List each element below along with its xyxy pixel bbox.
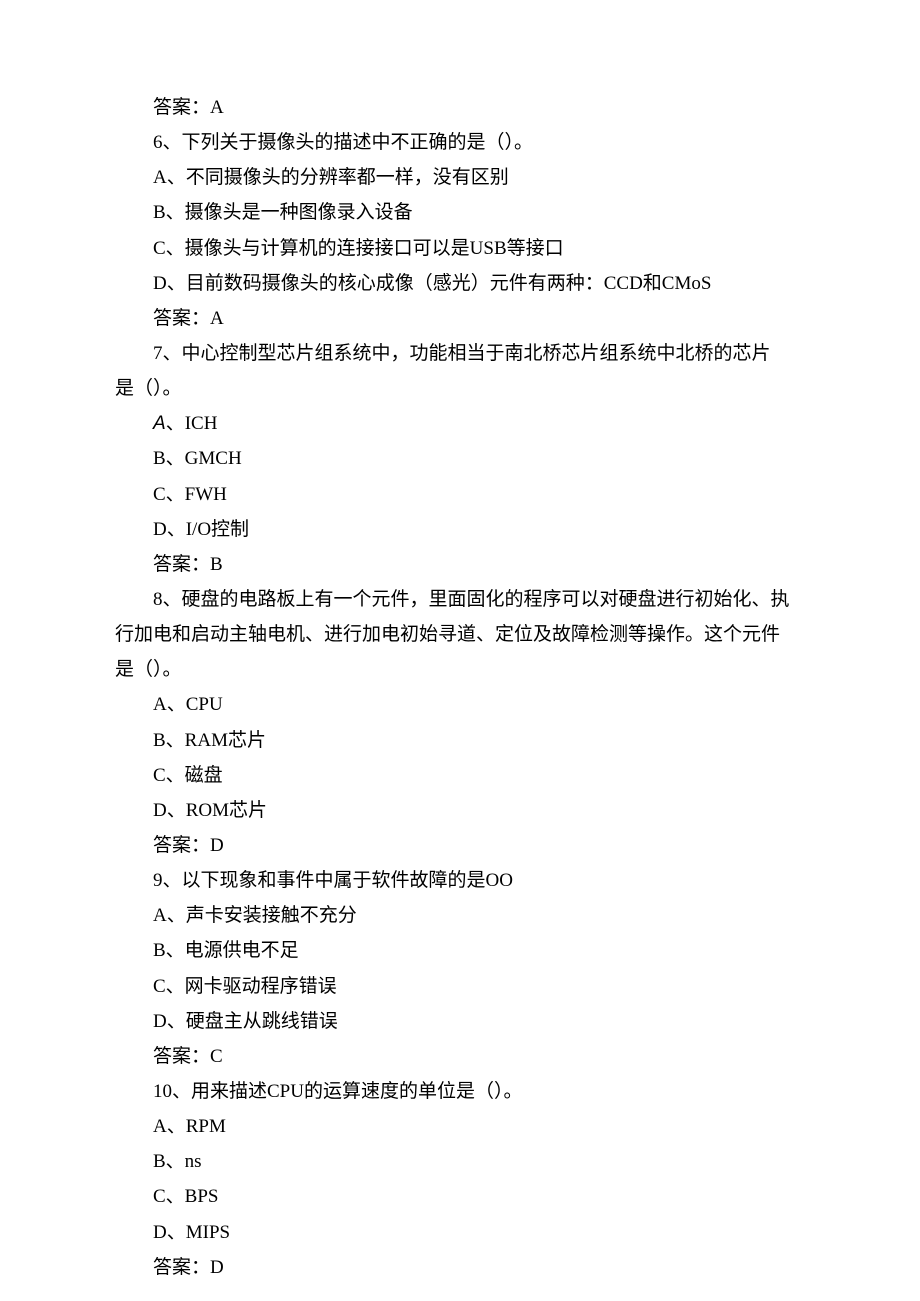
text-line: B、电源供电不足 [115, 933, 805, 968]
text-line: C、磁盘 [115, 758, 805, 793]
line-text: 、ICH [166, 413, 218, 434]
text-line: A、ICH [115, 406, 805, 441]
text-line: A、CPU [115, 687, 805, 722]
text-line: B、GMCH [115, 441, 805, 476]
text-line: D、ROM芯片 [115, 793, 805, 828]
text-line: 是（）。 [115, 652, 805, 687]
text-line: D、硬盘主从跳线错误 [115, 1004, 805, 1039]
text-line: C、FWH [115, 477, 805, 512]
text-line: 答案：C [115, 1039, 805, 1074]
text-line: 10、用来描述CPU的运算速度的单位是（）。 [115, 1074, 805, 1109]
text-line: C、摄像头与计算机的连接接口可以是USB等接口 [115, 231, 805, 266]
text-line: 行加电和启动主轴电机、进行加电初始寻道、定位及故障检测等操作。这个元件 [115, 617, 805, 652]
text-line: B、ns [115, 1144, 805, 1179]
text-line: 6、下列关于摄像头的描述中不正确的是（）。 [115, 125, 805, 160]
option-letter: A [153, 413, 166, 434]
text-line: A、不同摄像头的分辨率都一样，没有区别 [115, 160, 805, 195]
text-line: 答案：A [115, 90, 805, 125]
text-line: A、声卡安装接触不充分 [115, 898, 805, 933]
text-line: 是（）。 [115, 371, 805, 406]
text-line: D、目前数码摄像头的核心成像（感光）元件有两种：CCD和CMoS [115, 266, 805, 301]
text-line: D、MIPS [115, 1215, 805, 1250]
text-line: D、I/O控制 [115, 512, 805, 547]
text-line: 7、中心控制型芯片组系统中，功能相当于南北桥芯片组系统中北桥的芯片 [115, 336, 805, 371]
text-line: 9、以下现象和事件中属于软件故障的是OO [115, 863, 805, 898]
text-line: 8、硬盘的电路板上有一个元件，里面固化的程序可以对硬盘进行初始化、执 [115, 582, 805, 617]
document-page: 答案：A6、下列关于摄像头的描述中不正确的是（）。A、不同摄像头的分辨率都一样，… [0, 0, 920, 1301]
text-line: C、BPS [115, 1179, 805, 1214]
text-line: C、网卡驱动程序错误 [115, 969, 805, 1004]
text-line: 答案：B [115, 547, 805, 582]
text-line: B、RAM芯片 [115, 723, 805, 758]
text-line: 答案：D [115, 828, 805, 863]
text-line: B、摄像头是一种图像录入设备 [115, 195, 805, 230]
text-line: 答案：A [115, 301, 805, 336]
text-line: 答案：D [115, 1250, 805, 1285]
text-line: A、RPM [115, 1109, 805, 1144]
